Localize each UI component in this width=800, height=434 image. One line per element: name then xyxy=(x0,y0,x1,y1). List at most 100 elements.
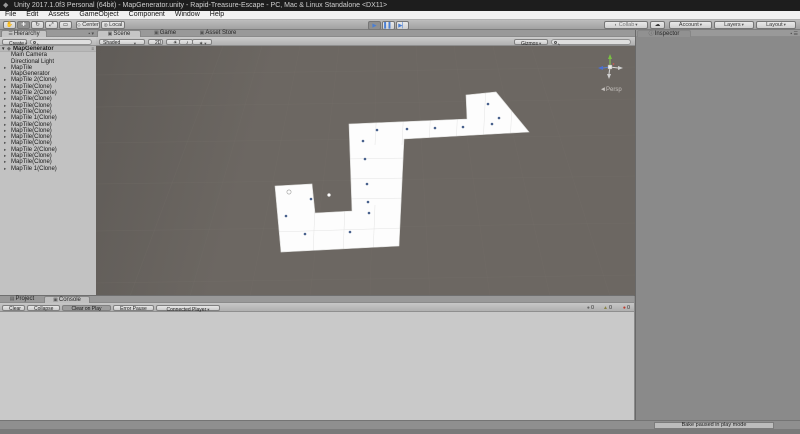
menu-bar: FileEditAssetsGameObjectComponentWindowH… xyxy=(0,11,800,20)
tile-pivot-dot xyxy=(367,201,370,204)
rect-tool[interactable]: ▭ xyxy=(59,21,72,29)
x-axis-cone[interactable] xyxy=(618,66,623,70)
warning-icon: ▲ xyxy=(603,305,608,311)
2d-toggle[interactable]: 2D xyxy=(148,39,163,45)
front-axis-cone[interactable] xyxy=(607,74,611,79)
tab-game[interactable]: ▣Game xyxy=(143,30,187,37)
menu-item-help[interactable]: Help xyxy=(205,11,229,19)
hierarchy-tab-strip: ☰Hierarchy ▪ ▾ xyxy=(0,30,96,37)
step-button[interactable]: ▶▏ xyxy=(396,21,409,30)
layout-dropdown[interactable]: Layout▾ xyxy=(756,21,796,29)
tab-console[interactable]: ▣Console xyxy=(44,296,90,303)
error-count-badge[interactable]: ●0 xyxy=(623,305,630,311)
persp-arrow: ◀ xyxy=(601,87,605,93)
z-axis-cone[interactable] xyxy=(598,66,603,70)
scene-view-toolbar: Shaded▾ 2D ☀ ♪ ✶▾ Gizmos▾ xyxy=(96,37,636,46)
layers-dropdown[interactable]: Layers▾ xyxy=(714,21,754,29)
create-button[interactable]: Create▾ xyxy=(2,39,27,45)
gizmo-center-cube[interactable] xyxy=(608,65,612,69)
tile-pivot-dot xyxy=(362,140,365,143)
tab-asset-store[interactable]: ▣Asset Store xyxy=(189,30,247,37)
hierarchy-list: ▼◆≡MapGeneratorMain CameraDirectional Li… xyxy=(0,46,96,296)
scene-audio-toggle[interactable]: ♪ xyxy=(179,39,193,45)
menu-item-edit[interactable]: Edit xyxy=(21,11,43,19)
x-axis-dot xyxy=(613,63,615,65)
menu-item-component[interactable]: Component xyxy=(124,11,170,19)
main-toolbar: ✋✚↻⤢▭ ◇ Center ◎ Local ▶ ▌▌ ▶▏ ◐ Collab▾… xyxy=(0,20,800,30)
error-pause-button[interactable]: Error Pause xyxy=(113,305,154,311)
tab-inspector[interactable]: ⓘInspector xyxy=(637,30,691,37)
scene-search-input[interactable] xyxy=(551,39,631,45)
rotate-tool[interactable]: ↻ xyxy=(31,21,44,29)
project-tab-icon: ▤ xyxy=(10,296,15,302)
tab-project[interactable]: ▤Project xyxy=(2,296,42,303)
map-tile-path[interactable] xyxy=(275,92,529,252)
console-log-area[interactable] xyxy=(0,312,634,420)
game-tab-icon: ▣ xyxy=(154,30,159,36)
scene-orientation-gizmo[interactable] xyxy=(598,54,623,79)
error-icon: ● xyxy=(623,305,626,311)
collab-dropdown[interactable]: ◐ Collab▾ xyxy=(604,21,648,29)
asset-store-tab-icon: ▣ xyxy=(200,30,205,36)
space-local-button[interactable]: ◎ Local xyxy=(101,21,125,29)
foldout-collapsed-icon[interactable]: ▸ xyxy=(4,166,6,172)
gizmos-dropdown[interactable]: Gizmos▾ xyxy=(514,39,548,45)
scene-effects-dropdown[interactable]: ✶▾ xyxy=(192,39,212,45)
unity-logo-icon: ◆ xyxy=(3,2,10,9)
pause-button[interactable]: ▌▌ xyxy=(382,21,395,30)
bottom-tab-strip: ▤Project▣Console xyxy=(0,296,634,303)
cloud-button[interactable]: ☁ xyxy=(650,21,665,29)
tab-scene[interactable]: ▣Scene xyxy=(97,30,141,37)
account-dropdown[interactable]: Account▾ xyxy=(669,21,712,29)
tile-pivot-dot xyxy=(368,212,371,215)
pivot-center-button[interactable]: ◇ Center xyxy=(76,21,100,29)
inspector-body xyxy=(636,37,800,420)
console-button-label: Clear on Play xyxy=(71,306,101,312)
tile-pivot-dot xyxy=(285,215,288,218)
tile-pivot-dot xyxy=(487,103,490,106)
tab-label: Project xyxy=(16,296,35,302)
menu-item-assets[interactable]: Assets xyxy=(43,11,74,19)
hierarchy-item-label: MapTile 1(Clone) xyxy=(11,166,57,172)
hierarchy-search-input[interactable] xyxy=(30,39,92,45)
hierarchy-item-row[interactable]: ▸ MapTile 1(Clone) xyxy=(0,166,96,172)
unity-editor-window: ◆ Unity 2017.1.0f3 Personal (64bit) - Ma… xyxy=(0,0,800,434)
tile-pivot-dot xyxy=(376,129,379,132)
info-count-badge[interactable]: ●0 xyxy=(587,305,594,311)
collapse-button[interactable]: Collapse xyxy=(27,305,60,311)
inspector-tab-strip: ⓘInspector ▪ ☰ xyxy=(636,30,800,37)
tab-hierarchy[interactable]: ☰Hierarchy xyxy=(1,30,47,37)
tab-label: Asset Store xyxy=(205,30,236,36)
loose-tile-dot xyxy=(327,193,330,196)
search-icon xyxy=(554,41,557,44)
scale-tool[interactable]: ⤢ xyxy=(45,21,58,29)
tile-pivot-dot xyxy=(434,127,437,130)
tile-pivot-dot xyxy=(406,128,409,131)
info-icon: ● xyxy=(587,305,590,311)
clear-on-play-button[interactable]: Clear on Play xyxy=(62,305,111,311)
y-axis-cone[interactable] xyxy=(608,54,612,59)
tile-pivot-dot xyxy=(364,158,367,161)
menu-item-window[interactable]: Window xyxy=(170,11,205,19)
play-button[interactable]: ▶ xyxy=(368,21,381,30)
connected-player-button[interactable]: Connected Player▾ xyxy=(156,305,220,311)
clear-button[interactable]: Clear xyxy=(2,305,25,311)
scene-lighting-toggle[interactable]: ☀ xyxy=(166,39,180,45)
bake-status-button[interactable]: Bake paused in play mode xyxy=(654,422,774,429)
menu-item-file[interactable]: File xyxy=(0,11,21,19)
console-button-label: Error Pause xyxy=(120,306,147,312)
hierarchy-create-bar: Create▾ xyxy=(0,37,96,46)
search-icon xyxy=(33,41,36,44)
tile-pivot-dot xyxy=(491,123,494,126)
menu-item-gameobject[interactable]: GameObject xyxy=(74,11,123,19)
shading-mode-dropdown[interactable]: Shaded▾ xyxy=(99,39,145,45)
tile-pivot-dot xyxy=(366,183,369,186)
scene-viewport[interactable]: ◀ Persp xyxy=(96,46,636,296)
persp-label[interactable]: Persp xyxy=(606,87,622,93)
tile-pivot-dot xyxy=(349,231,352,234)
console-toolbar: ●0 ▲0 ●0 ClearCollapse Clear on Play Error… xyxy=(0,303,634,312)
hand-tool[interactable]: ✋ xyxy=(3,21,16,29)
tile-pivot-dot xyxy=(304,233,307,236)
move-tool[interactable]: ✚ xyxy=(17,21,30,29)
warning-count-badge[interactable]: ▲0 xyxy=(603,305,612,311)
